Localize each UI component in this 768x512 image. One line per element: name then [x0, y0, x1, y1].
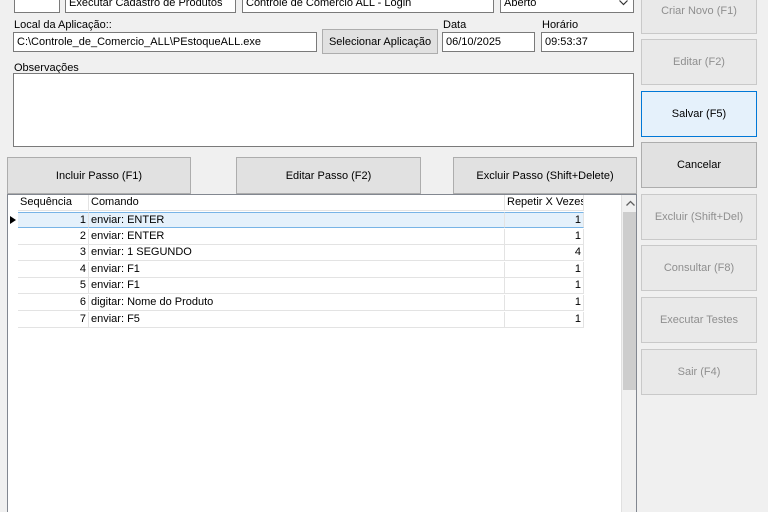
delete-button[interactable]: Excluir (Shift+Del) — [641, 194, 757, 240]
column-header-repeat[interactable]: Repetir X Vezes — [505, 195, 584, 211]
row-repeat[interactable]: 4 — [505, 245, 584, 261]
save-button[interactable]: Salvar (F5) — [641, 91, 757, 137]
row-repeat[interactable]: 1 — [505, 229, 584, 245]
row-repeat[interactable]: 1 — [505, 212, 584, 228]
row-repeat[interactable]: 1 — [505, 312, 584, 328]
row-sequence[interactable]: 4 — [18, 262, 89, 278]
row-repeat[interactable]: 1 — [505, 295, 584, 311]
app-path-field[interactable]: C:\Controle_de_Comercio_ALL\PEstoqueALL.… — [13, 32, 317, 52]
time-label: Horário — [542, 19, 579, 31]
cancel-button[interactable]: Cancelar — [641, 142, 757, 188]
edit-button[interactable]: Editar (F2) — [641, 39, 757, 85]
exit-button[interactable]: Sair (F4) — [641, 349, 757, 395]
chevron-down-icon — [619, 0, 628, 6]
select-application-button[interactable]: Selecionar Aplicação — [322, 29, 438, 54]
create-new-button[interactable]: Criar Novo (F1) — [641, 0, 757, 34]
row-command[interactable]: enviar: F5 — [89, 312, 505, 328]
row-command[interactable]: digitar: Nome do Produto — [89, 295, 505, 311]
scroll-up-arrow-icon[interactable] — [626, 200, 635, 206]
run-tests-button[interactable]: Executar Testes — [641, 297, 757, 343]
column-header-sequence[interactable]: Sequência — [18, 195, 89, 211]
date-label: Data — [443, 19, 467, 31]
grid-vertical-scrollbar[interactable] — [621, 195, 636, 512]
row-command[interactable]: enviar: F1 — [89, 262, 505, 278]
row-command[interactable]: enviar: F1 — [89, 278, 505, 294]
row-repeat[interactable]: 1 — [505, 278, 584, 294]
delete-step-button[interactable]: Excluir Passo (Shift+Delete) — [453, 157, 637, 194]
status-value: Aberto — [504, 0, 537, 9]
row-command[interactable]: enviar: ENTER — [89, 212, 505, 228]
include-step-button[interactable]: Incluir Passo (F1) — [7, 157, 191, 194]
scrollbar-thumb[interactable] — [623, 212, 636, 390]
query-button[interactable]: Consultar (F8) — [641, 245, 757, 291]
time-field[interactable]: 09:53:37 — [541, 32, 634, 52]
date-field[interactable]: 06/10/2025 — [442, 32, 535, 52]
target-window-field[interactable]: Controle de Comercio ALL - Login — [242, 0, 494, 13]
steps-grid[interactable]: Sequência Comando Repetir X Vezes 1 envi… — [7, 194, 637, 512]
app-path-label: Local da Aplicação:: — [14, 19, 112, 31]
notes-textarea[interactable] — [13, 73, 634, 147]
row-sequence[interactable]: 7 — [18, 312, 89, 328]
row-sequence[interactable]: 3 — [18, 245, 89, 261]
column-header-command[interactable]: Comando — [89, 195, 505, 211]
test-name-field[interactable]: Executar Cadastro de Produtos — [65, 0, 236, 13]
edit-step-button[interactable]: Editar Passo (F2) — [236, 157, 421, 194]
id-field[interactable] — [14, 0, 60, 13]
row-sequence[interactable]: 5 — [18, 278, 89, 294]
current-row-arrow-icon — [8, 212, 18, 228]
status-select[interactable]: Aberto — [500, 0, 634, 13]
row-sequence[interactable]: 1 — [18, 212, 89, 228]
row-sequence[interactable]: 2 — [18, 229, 89, 245]
row-command[interactable]: enviar: ENTER — [89, 229, 505, 245]
row-command[interactable]: enviar: 1 SEGUNDO — [89, 245, 505, 261]
row-sequence[interactable]: 6 — [18, 295, 89, 311]
row-repeat[interactable]: 1 — [505, 262, 584, 278]
